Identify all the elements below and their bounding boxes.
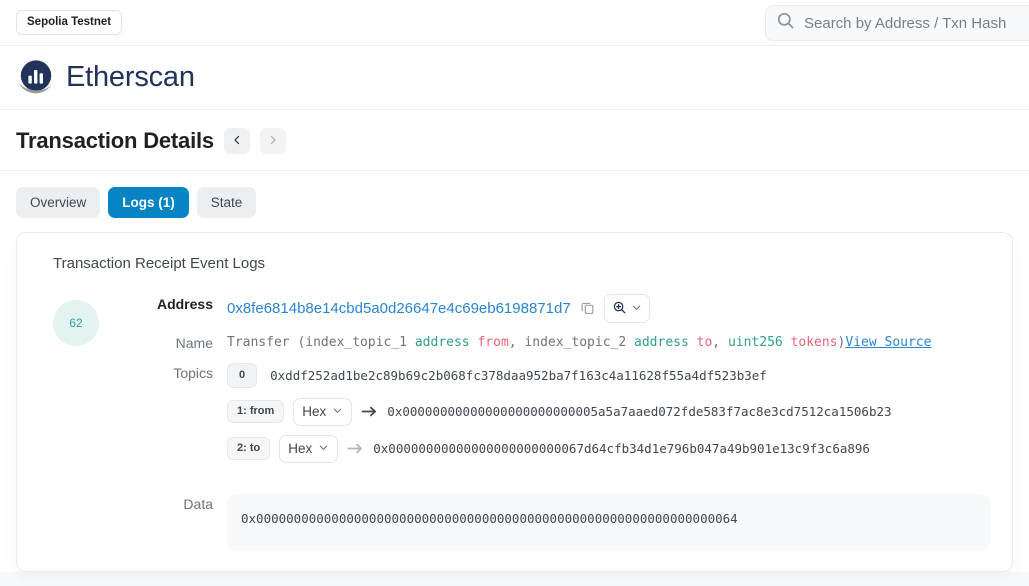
signature-param-3: tokens bbox=[782, 335, 838, 350]
tab-state[interactable]: State bbox=[196, 187, 257, 218]
topic-value-0: 0xddf252ad1be2c89b69c2b068fc378daa952ba7… bbox=[270, 368, 767, 383]
card-title: Transaction Receipt Event Logs bbox=[53, 255, 266, 272]
signature-type-3: uint256 bbox=[727, 335, 783, 350]
search-box[interactable] bbox=[765, 5, 1029, 41]
etherscan-home-link[interactable]: Etherscan bbox=[16, 58, 195, 98]
brand-name: Etherscan bbox=[66, 61, 195, 93]
card-zone: Transaction Receipt Event Logs 62 Addres… bbox=[0, 232, 1029, 572]
search-icon bbox=[776, 11, 795, 35]
arrow-right-icon bbox=[347, 442, 364, 455]
chevron-left-icon bbox=[231, 134, 243, 149]
data-row: Data 0x000000000000000000000000000000000… bbox=[147, 493, 990, 550]
tab-overview[interactable]: Overview bbox=[16, 187, 101, 218]
signature-sep-1: , index_topic_2 bbox=[508, 335, 635, 350]
log-entry: 62 Address 0x8fe6814b8e14cbd5a0d26647e4c… bbox=[39, 294, 990, 560]
signature-type-2: address bbox=[634, 335, 689, 350]
arrow-right-icon bbox=[361, 405, 378, 418]
address-value-cell: 0x8fe6814b8e14cbd5a0d26647e4c69eb6198871… bbox=[227, 294, 990, 323]
topic-1-format-select[interactable]: Hex bbox=[293, 397, 353, 426]
tab-bar: Overview Logs (1) State bbox=[0, 171, 1029, 232]
signature-type-1: address bbox=[414, 335, 470, 350]
view-source-link[interactable]: View Source bbox=[845, 335, 931, 350]
copy-icon bbox=[580, 300, 595, 318]
topic-index-badge-2: 2: to bbox=[227, 437, 271, 460]
topic-row-2: 2: to Hex 0x00000000000000000000000067d6… bbox=[227, 434, 990, 463]
name-row: Name Transfer (index_topic_1 address fro… bbox=[147, 333, 990, 353]
topic-1-format-value: Hex bbox=[302, 404, 327, 419]
chevron-down-icon bbox=[631, 301, 642, 316]
signature-part-1: Transfer (index_topic_1 bbox=[227, 335, 415, 350]
log-index-column: 62 bbox=[39, 294, 147, 560]
address-label: Address bbox=[156, 296, 213, 312]
chevron-right-icon bbox=[267, 134, 279, 149]
topics-list: 0 0xddf252ad1be2c89b69c2b068fc378daa952b… bbox=[227, 363, 990, 472]
event-signature: Transfer (index_topic_1 address from, in… bbox=[227, 333, 990, 353]
search-input[interactable] bbox=[804, 14, 1029, 32]
topic-index-badge-1: 1: from bbox=[227, 400, 285, 423]
signature-param-2: to bbox=[688, 335, 713, 350]
brand-header: Etherscan bbox=[0, 46, 1029, 110]
tab-logs[interactable]: Logs (1) bbox=[108, 187, 189, 218]
signature-sep-2: , bbox=[712, 335, 728, 350]
data-label: Data bbox=[183, 495, 213, 512]
topic-2-format-select[interactable]: Hex bbox=[279, 434, 339, 463]
network-selector[interactable]: Sepolia Testnet bbox=[16, 9, 123, 36]
magnifier-plus-icon bbox=[612, 300, 627, 318]
topic-value-1: 0x00000000000000000000000005a5a7aaed072f… bbox=[387, 404, 892, 419]
etherscan-logo-icon bbox=[16, 58, 56, 98]
topic-2-format-value: Hex bbox=[288, 441, 313, 456]
name-value-cell: Transfer (index_topic_1 address from, in… bbox=[227, 333, 990, 353]
page-header: Transaction Details bbox=[0, 110, 1029, 171]
data-value-cell: 0x00000000000000000000000000000000000000… bbox=[227, 493, 990, 550]
chevron-down-icon bbox=[332, 404, 343, 419]
topics-label: Topics bbox=[173, 364, 213, 381]
topics-row: Topics 0 0xddf252ad1be2c89b69c2b068fc378… bbox=[147, 363, 990, 472]
page-body: Transaction Details Overview Logs (1) St… bbox=[0, 110, 1029, 586]
top-utility-bar: Sepolia Testnet bbox=[0, 0, 1029, 46]
signature-param-1: from bbox=[469, 335, 509, 350]
log-index-badge: 62 bbox=[53, 300, 99, 346]
event-logs-card: Transaction Receipt Event Logs 62 Addres… bbox=[16, 232, 1013, 572]
topic-row-1: 1: from Hex 0x00000000000000000000000005… bbox=[227, 397, 990, 426]
name-label: Name bbox=[175, 335, 213, 351]
log-fields: Address 0x8fe6814b8e14cbd5a0d26647e4c69e… bbox=[147, 294, 990, 560]
data-value: 0x00000000000000000000000000000000000000… bbox=[241, 510, 738, 526]
topic-value-2: 0x00000000000000000000000067d64cfb34d1e7… bbox=[373, 441, 870, 456]
topic-row-0: 0 0xddf252ad1be2c89b69c2b068fc378daa952b… bbox=[227, 363, 990, 389]
chevron-down-icon bbox=[318, 441, 329, 456]
next-transaction-button[interactable] bbox=[259, 128, 286, 154]
address-link[interactable]: 0x8fe6814b8e14cbd5a0d26647e4c69eb6198871… bbox=[227, 300, 571, 317]
prev-transaction-button[interactable] bbox=[223, 128, 250, 154]
topic-index-badge-0: 0 bbox=[227, 363, 258, 388]
copy-address-button[interactable] bbox=[580, 300, 595, 318]
data-box: 0x00000000000000000000000000000000000000… bbox=[227, 493, 990, 550]
address-row: Address 0x8fe6814b8e14cbd5a0d26647e4c69e… bbox=[147, 294, 990, 323]
address-filter-dropdown[interactable] bbox=[603, 294, 650, 323]
page-title: Transaction Details bbox=[16, 128, 214, 153]
